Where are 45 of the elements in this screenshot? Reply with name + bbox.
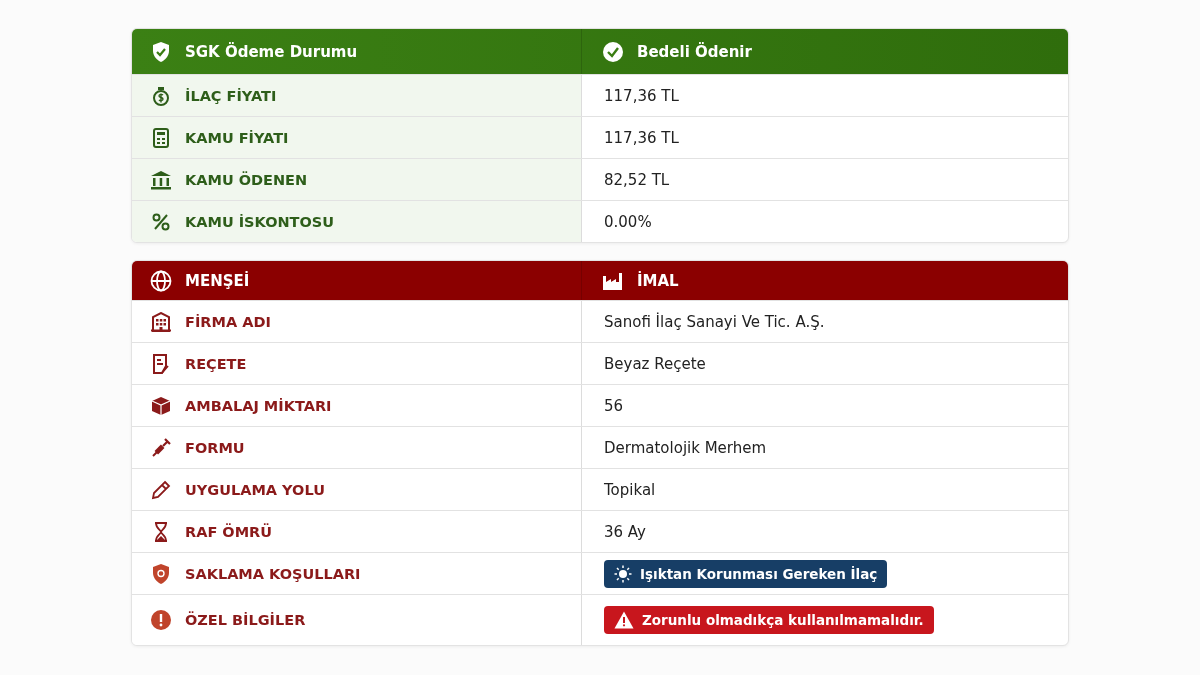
section-title: MENŞEİ (185, 271, 250, 290)
globe-icon (150, 269, 172, 292)
field-value: 36 Ay (604, 522, 646, 541)
pencil-icon (151, 479, 171, 500)
field-label: FORMU (185, 439, 245, 456)
field-label: ÖZEL BİLGİLER (185, 612, 306, 628)
sun-icon (614, 564, 632, 583)
field-label: UYGULAMA YOLU (185, 481, 325, 498)
field-label: KAMU ÖDENEN (185, 171, 308, 188)
field-label: RAF ÖMRÜ (185, 523, 273, 540)
field-value: 82,52 TL (604, 170, 670, 189)
field-value: Sanofi İlaç Sanayi Ve Tic. A.Ş. (604, 312, 825, 331)
storage-badge: Işıktan Korunması Gereken İlaç (604, 559, 888, 588)
field-label: KAMU İSKONTOSU (185, 213, 335, 230)
field-value: Beyaz Reçete (604, 354, 706, 373)
document-icon (152, 353, 170, 374)
shield-check-icon (151, 40, 171, 63)
exclamation-circle-icon (151, 610, 171, 630)
field-label: SAKLAMA KOŞULLARI (185, 565, 361, 582)
field-value: 0.00% (604, 212, 652, 231)
field-value: Topikal (604, 480, 656, 499)
warning-badge: Zorunlu olmadıkça kullanılmamalıdır. (604, 606, 934, 634)
section-title: SGK Ödeme Durumu (185, 42, 358, 61)
field-label: KAMU FİYATI (185, 129, 289, 146)
field-value: 117,36 TL (604, 128, 679, 147)
check-circle-icon (602, 40, 624, 63)
calculator-icon (153, 127, 169, 148)
field-value: 56 (604, 396, 624, 415)
factory-icon (602, 270, 624, 291)
field-label: İLAÇ FİYATI (185, 87, 277, 104)
bank-icon (150, 169, 172, 190)
field-label: REÇETE (185, 355, 247, 372)
warning-icon (614, 611, 634, 629)
hourglass-icon (153, 521, 169, 542)
building-icon (151, 311, 171, 332)
field-label: AMBALAJ MİKTARI (185, 397, 332, 414)
field-value: Dermatolojik Merhem (604, 438, 767, 457)
syringe-icon (151, 437, 171, 458)
box-icon (151, 395, 171, 416)
section-status: Bedeli Ödenir (637, 42, 752, 61)
section-status: İMAL (637, 271, 679, 290)
percent-icon (152, 212, 170, 231)
field-value: 117,36 TL (604, 86, 679, 105)
field-label: FİRMA ADI (185, 313, 271, 330)
money-bag-icon (152, 85, 170, 106)
